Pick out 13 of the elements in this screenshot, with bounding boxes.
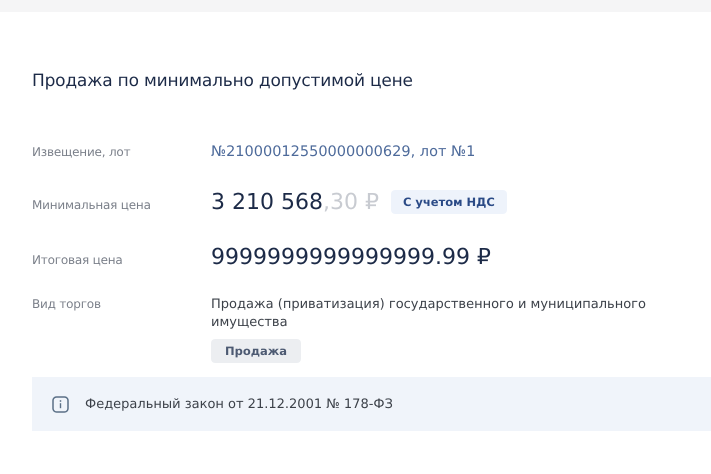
info-icon [52, 396, 69, 412]
section-title: Продажа по минимально допустимой цене [32, 71, 413, 91]
final-price: 9999999999999999.99 ₽ [211, 245, 491, 270]
auction-type: Продажа (приватизация) государственного и муниципального имущества [211, 296, 647, 332]
field-label: Итоговая цена [32, 253, 124, 267]
field-label: Вид торгов [32, 297, 102, 311]
notice-link[interactable]: №21000012550000000629, лот №1 [211, 144, 476, 160]
price-amount: 3 210 568 [211, 190, 323, 215]
type-tag: Продажа [211, 339, 302, 363]
field-label: Минимальная цена [32, 198, 152, 212]
field-label: Извещение, лот [32, 145, 132, 159]
vat-badge: С учетом НДС [390, 190, 507, 214]
law-reference: Федеральный закон от 21.12.2001 № 178-ФЗ [85, 396, 393, 412]
